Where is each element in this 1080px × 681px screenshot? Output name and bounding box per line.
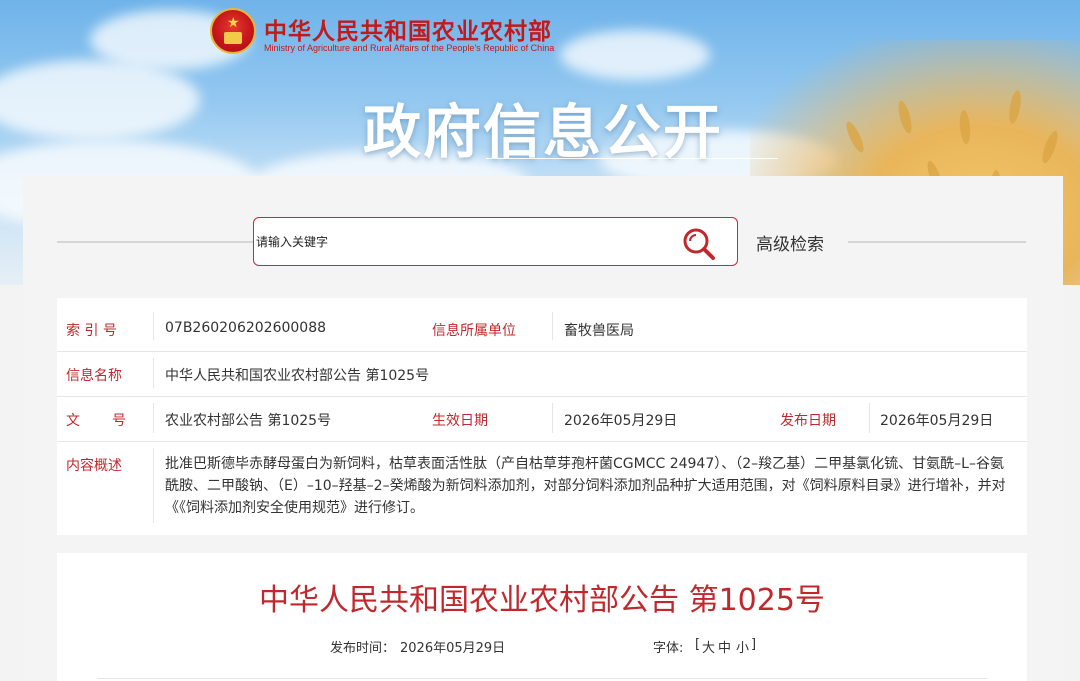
table-row: 信息名称 中华人民共和国农业农村部公告 第1025号 — [57, 352, 1027, 397]
search-divider-left — [57, 241, 253, 243]
site-title[interactable]: 中华人民共和国农业农村部 — [264, 12, 552, 46]
site-subtitle: Ministry of Agriculture and Rural Affair… — [264, 43, 555, 53]
index-value: 07B260206202600088 — [165, 320, 327, 336]
font-small-button[interactable]: 小 — [736, 637, 749, 656]
publish-time-value: 2026年05月29日 — [400, 641, 506, 656]
name-value: 中华人民共和国农业农村部公告 第1025号 — [165, 368, 430, 384]
article-section: 中华人民共和国农业农村部公告 第1025号 发布时间： 2026年05月29日 … — [57, 553, 1027, 681]
advanced-search-link[interactable]: 高级检索 — [756, 230, 824, 255]
effective-date-label: 生效日期 — [432, 413, 488, 429]
national-emblem-logo[interactable]: ★ — [210, 8, 256, 54]
search-divider-right — [848, 241, 1026, 243]
publish-time-label: 发布时间： — [330, 641, 396, 656]
doc-value: 农业农村部公告 第1025号 — [165, 413, 332, 429]
article-divider — [97, 678, 987, 679]
effective-date-value: 2026年05月29日 — [564, 413, 678, 429]
publish-date-value: 2026年05月29日 — [880, 413, 994, 429]
doc-label-2: 号 — [112, 413, 126, 429]
index-label: 索 引 号 — [66, 323, 117, 339]
publish-date-label: 发布日期 — [780, 413, 836, 429]
unit-label: 信息所属单位 — [432, 323, 516, 339]
table-row: 索 引 号 07B260206202600088 信息所属单位 畜牧兽医局 — [57, 298, 1027, 352]
summary-label: 内容概述 — [66, 458, 122, 474]
info-table: 索 引 号 07B260206202600088 信息所属单位 畜牧兽医局 信息… — [57, 298, 1027, 535]
font-bracket-open: [ — [695, 637, 701, 652]
article-title: 中华人民共和国农业农村部公告 第1025号 — [259, 583, 825, 618]
section-title: 政府信息公开 — [363, 98, 724, 166]
font-size-label: 字体: — [653, 641, 684, 656]
section-title-underline — [486, 158, 778, 159]
search-input[interactable] — [256, 230, 656, 254]
doc-label-1: 文 — [66, 413, 80, 429]
font-medium-button[interactable]: 中 — [718, 637, 731, 656]
unit-value: 畜牧兽医局 — [564, 323, 634, 339]
font-large-button[interactable]: 大 — [702, 637, 715, 656]
table-row: 文 号 农业农村部公告 第1025号 生效日期 2026年05月29日 发布日期… — [57, 397, 1027, 442]
search-box — [253, 217, 738, 266]
font-bracket-close: ] — [751, 637, 757, 652]
name-label: 信息名称 — [66, 368, 122, 384]
search-icon[interactable] — [681, 226, 717, 262]
summary-value: 批准巴斯德毕赤酵母蛋白为新饲料，枯草表面活性肽（产自枯草芽孢杆菌CGMCC 24… — [165, 456, 1006, 516]
